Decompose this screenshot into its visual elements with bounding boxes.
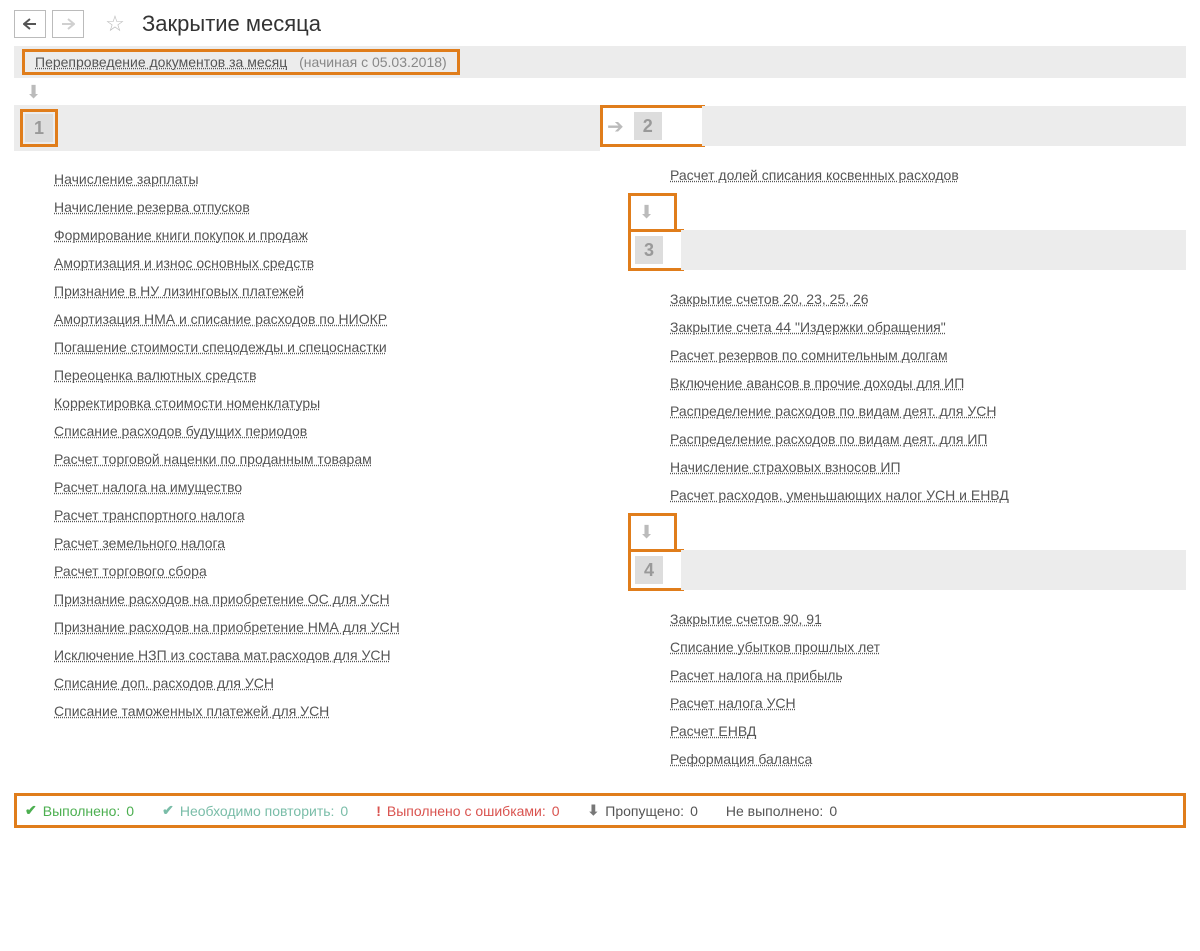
highlight-stage-4: 4 [628, 549, 684, 591]
stage-1-block: 1 Начисление зарплаты Начисление резерва… [14, 105, 600, 729]
check-icon: ✔ [162, 802, 174, 819]
op-link[interactable]: Списание расходов будущих периодов [54, 417, 592, 445]
status-done: ✔ Выполнено: 0 [25, 802, 134, 819]
flow-arrow-down-icon: ⬇ [26, 82, 1186, 103]
stage-1-ops: Начисление зарплаты Начисление резерва о… [14, 151, 600, 729]
arrow-right-icon [61, 18, 75, 30]
op-link[interactable]: Расчет налога на имущество [54, 473, 592, 501]
op-link[interactable]: Расчет резервов по сомнительным долгам [670, 341, 1178, 369]
stage-4-ops: Закрытие счетов 90, 91 Списание убытков … [600, 591, 1186, 777]
op-link[interactable]: Списание таможенных платежей для УСН [54, 697, 592, 725]
op-link[interactable]: Расчет ЕНВД [670, 717, 1178, 745]
op-link[interactable]: Переоценка валютных средств [54, 361, 592, 389]
op-link[interactable]: Закрытие счетов 90, 91 [670, 605, 1178, 633]
status-pending: Не выполнено: 0 [726, 803, 837, 819]
op-link[interactable]: Списание доп. расходов для УСН [54, 669, 592, 697]
forward-button[interactable] [52, 10, 84, 38]
flow-arrow-right-icon: ➔ [607, 114, 624, 139]
op-link[interactable]: Расчет торговой наценки по проданным тов… [54, 445, 592, 473]
op-link[interactable]: Закрытие счета 44 "Издержки обращения" [670, 313, 1178, 341]
stage-number-2: 2 [634, 112, 662, 140]
repost-bar: Перепроведение документов за месяц (начи… [14, 46, 1186, 78]
check-icon: ✔ [25, 802, 37, 819]
op-link[interactable]: Формирование книги покупок и продаж [54, 221, 592, 249]
op-link[interactable]: Признание расходов на приобретение НМА д… [54, 613, 592, 641]
arrow-left-icon [23, 18, 37, 30]
toolbar: ☆ Закрытие месяца [14, 10, 1186, 38]
stage-2-block: ➔ 2 Расчет долей списания косвенных расх… [600, 105, 1186, 193]
op-link[interactable]: Расчет расходов, уменьшающих налог УСН и… [670, 481, 1178, 509]
op-link[interactable]: Начисление страховых взносов ИП [670, 453, 1178, 481]
favorite-star-button[interactable]: ☆ [104, 13, 126, 35]
op-link[interactable]: Начисление резерва отпусков [54, 193, 592, 221]
op-link[interactable]: Распределение расходов по видам деят. дл… [670, 397, 1178, 425]
op-link[interactable]: Признание в НУ лизинговых платежей [54, 277, 592, 305]
op-link[interactable]: Включение авансов в прочие доходы для ИП [670, 369, 1178, 397]
op-link[interactable]: Расчет транспортного налога [54, 501, 592, 529]
op-link[interactable]: Закрытие счетов 20, 23, 25, 26 [670, 285, 1178, 313]
stage-3-ops: Закрытие счетов 20, 23, 25, 26 Закрытие … [600, 271, 1186, 513]
status-redo: ✔ Необходимо повторить: 0 [162, 802, 348, 819]
highlight-stage-2: ➔ 2 [600, 105, 705, 147]
stage-4-block: ⬇ 4 Закрытие счетов 90, 91 Списание убыт… [600, 513, 1186, 777]
stage-number-4: 4 [635, 556, 663, 584]
back-button[interactable] [14, 10, 46, 38]
warning-icon: ! [376, 803, 381, 819]
op-link[interactable]: Расчет долей списания косвенных расходов [670, 161, 1178, 189]
highlight-stage-4-arrow: ⬇ [628, 513, 677, 549]
arrow-down-icon: ⬇ [588, 802, 600, 819]
op-link[interactable]: Амортизация и износ основных средств [54, 249, 592, 277]
op-link[interactable]: Амортизация НМА и списание расходов по Н… [54, 305, 592, 333]
op-link[interactable]: Корректировка стоимости номенклатуры [54, 389, 592, 417]
op-link[interactable]: Распределение расходов по видам деят. дл… [670, 425, 1178, 453]
page-title: Закрытие месяца [142, 11, 321, 37]
repost-suffix: (начиная с 05.03.2018) [299, 54, 447, 70]
op-link[interactable]: Начисление зарплаты [54, 165, 592, 193]
flow-arrow-down-icon: ⬇ [639, 202, 654, 223]
op-link[interactable]: Расчет земельного налога [54, 529, 592, 557]
stage-number-1: 1 [25, 114, 53, 142]
repost-link[interactable]: Перепроведение документов за месяц [35, 54, 287, 70]
op-link[interactable]: Реформация баланса [670, 745, 1178, 773]
op-link[interactable]: Расчет налога на прибыль [670, 661, 1178, 689]
highlight-stage-1: 1 [20, 109, 58, 147]
stage-number-3: 3 [635, 236, 663, 264]
highlight-stage-3: 3 [628, 229, 684, 271]
flow-arrow-down-icon: ⬇ [639, 522, 654, 543]
stage-2-ops: Расчет долей списания косвенных расходов [600, 147, 1186, 193]
op-link[interactable]: Расчет торгового сбора [54, 557, 592, 585]
op-link[interactable]: Расчет налога УСН [670, 689, 1178, 717]
op-link[interactable]: Погашение стоимости спецодежды и спецосн… [54, 333, 592, 361]
op-link[interactable]: Списание убытков прошлых лет [670, 633, 1178, 661]
highlight-repost: Перепроведение документов за месяц (начи… [22, 49, 460, 75]
status-skipped: ⬇ Пропущено: 0 [588, 802, 698, 819]
op-link[interactable]: Исключение НЗП из состава мат.расходов д… [54, 641, 592, 669]
status-bar: ✔ Выполнено: 0 ✔ Необходимо повторить: 0… [14, 793, 1186, 828]
op-link[interactable]: Признание расходов на приобретение ОС дл… [54, 585, 592, 613]
star-icon: ☆ [105, 11, 125, 37]
stage-3-block: ⬇ 3 Закрытие счетов 20, 23, 25, 26 Закры… [600, 193, 1186, 513]
status-errors: ! Выполнено с ошибками: 0 [376, 803, 559, 819]
highlight-stage-3-arrow: ⬇ [628, 193, 677, 229]
